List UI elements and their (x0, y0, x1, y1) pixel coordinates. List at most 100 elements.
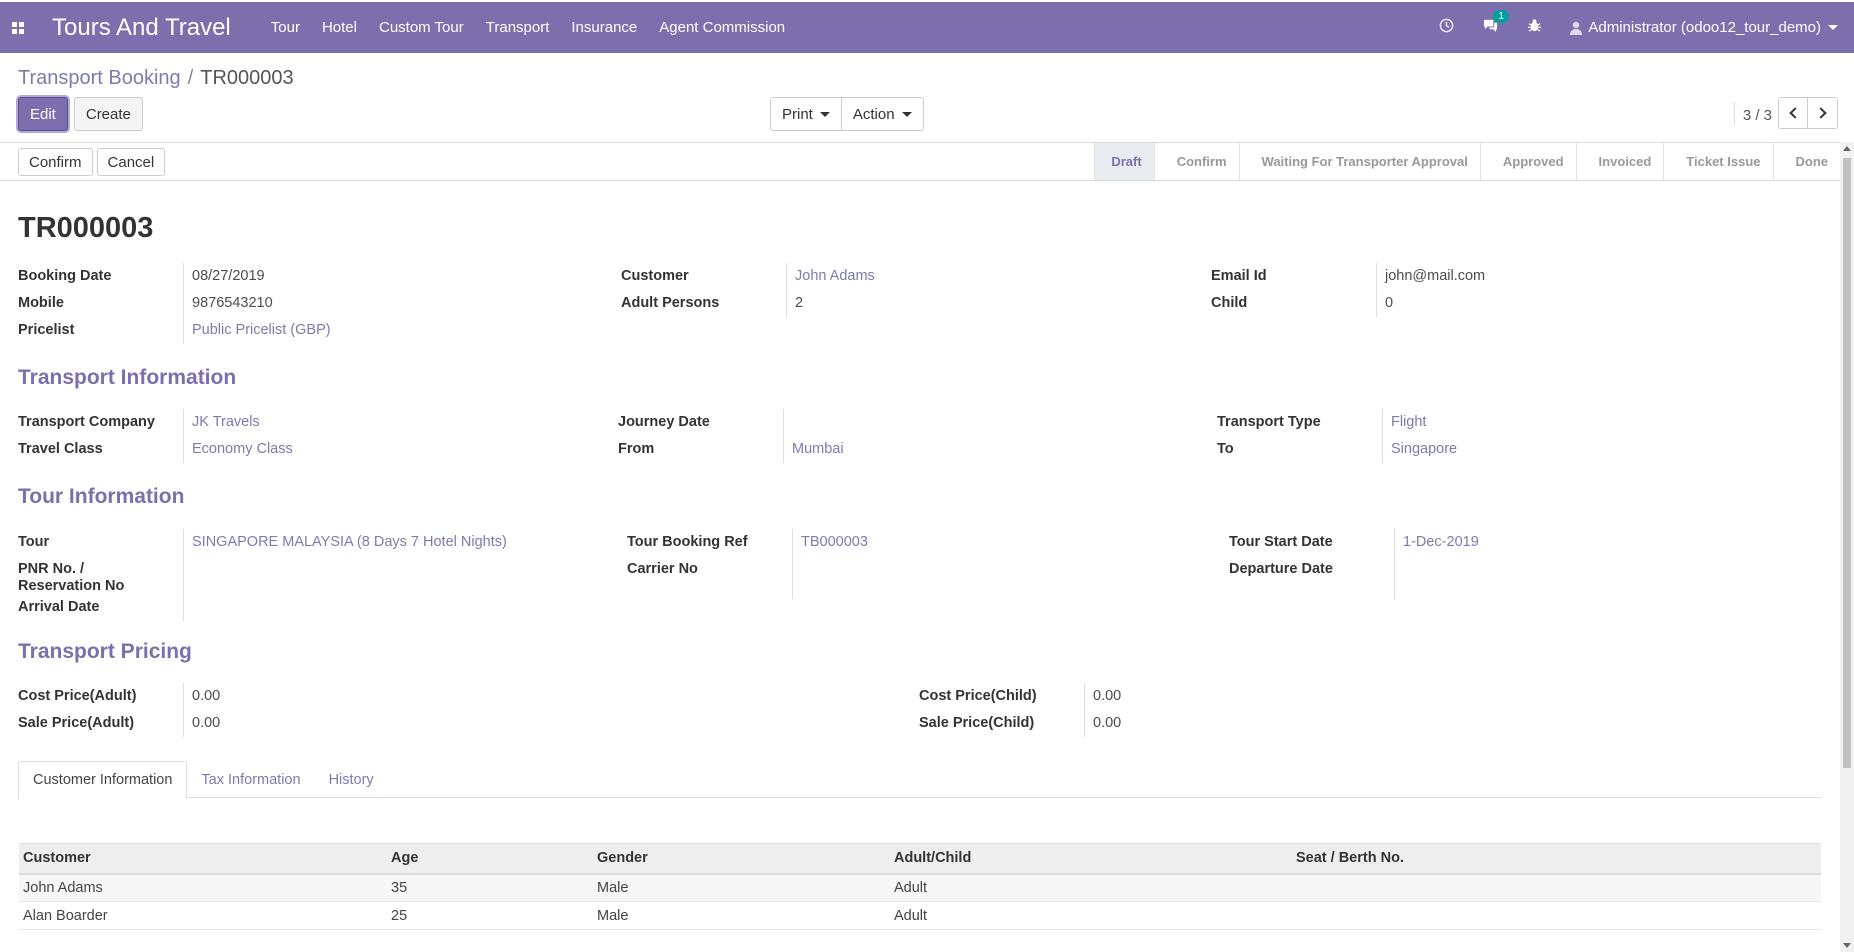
stage-done[interactable]: Done (1772, 143, 1841, 180)
print-caret-icon (819, 111, 830, 117)
transport-type-group: Transport Type Flight To Singapore (1217, 409, 1811, 463)
table-row[interactable]: John Adams 35 Male Adult (19, 873, 1821, 902)
tour-field[interactable]: SINGAPORE MALAYSIA (8 Days 7 Hotel Night… (192, 534, 507, 550)
col-customer[interactable]: Customer (19, 843, 387, 875)
cost-price-child-field: 0.00 (1084, 683, 1811, 710)
app-brand[interactable]: Tours And Travel (52, 14, 231, 42)
tour-start-date-field[interactable]: 1-Dec-2019 (1403, 534, 1479, 550)
adult-pricing-group: Cost Price(Adult) 0.00 Sale Price(Adult) 0… (18, 683, 898, 737)
travel-class-label: Travel Class (18, 441, 103, 457)
transport-company-label: Transport Company (18, 414, 155, 430)
chevron-right-icon (1815, 107, 1827, 119)
breadcrumb: Transport Booking / TR000003 (18, 67, 294, 90)
tab-tax-information[interactable]: Tax Information (187, 761, 314, 798)
pager-value[interactable]: 3 / 3 (1733, 101, 1772, 125)
table-header-row: Customer Age Gender Adult/Child Seat / B… (19, 843, 1821, 875)
email-label: Email Id (1211, 268, 1267, 284)
notebook-tabs: Customer Information Tax Information His… (18, 761, 1821, 799)
cost-price-adult-field: 0.00 (183, 683, 898, 710)
transport-type-field[interactable]: Flight (1382, 409, 1811, 436)
pricelist-field[interactable]: Public Pricelist (GBP) (183, 317, 598, 344)
vertical-scrollbar[interactable] (1840, 142, 1854, 952)
pricelist-label: Pricelist (18, 322, 75, 338)
form-buttons: Edit Create (18, 97, 143, 131)
customer-lines-table: Customer Age Gender Adult/Child Seat / B… (19, 843, 1821, 930)
email-group: Email Id john@mail.com Child 0 (1211, 263, 1811, 317)
booking-info-group: Booking Date 08/27/2019 Mobile 9876543210 … (18, 263, 598, 344)
cell-seat-berth (1292, 873, 1821, 902)
stage-draft[interactable]: Draft (1094, 143, 1154, 180)
cell-customer: Alan Boarder (19, 901, 387, 930)
breadcrumb-current: TR000003 (200, 67, 294, 89)
activity-clock-icon[interactable] (1439, 18, 1454, 37)
col-seat-berth[interactable]: Seat / Berth No. (1292, 843, 1821, 875)
user-name: Administrator (odoo12_tour_demo) (1588, 19, 1821, 36)
menu-custom-tour[interactable]: Custom Tour (379, 19, 464, 36)
menu-agent-commission[interactable]: Agent Commission (659, 19, 785, 36)
sale-price-child-field: 0.00 (1084, 710, 1811, 737)
stage-ticket-issue[interactable]: Ticket Issue (1663, 143, 1772, 180)
main-menu: Tour Hotel Custom Tour Transport Insuran… (271, 19, 807, 36)
journey-group: Journey Date From Mumbai (618, 409, 1188, 463)
edit-button[interactable]: Edit (18, 97, 68, 131)
customer-field[interactable]: John Adams (786, 263, 1181, 290)
sale-price-child-label: Sale Price(Child) (919, 715, 1035, 731)
scroll-down-icon[interactable] (1843, 943, 1851, 948)
navbar-systray: 1 Administrator (odoo12_tour_demo) (1439, 2, 1854, 53)
departure-date-label: Departure Date (1229, 561, 1333, 577)
from-field[interactable]: Mumbai (783, 436, 1188, 463)
apps-menu-icon[interactable] (0, 2, 36, 53)
stage-waiting-approval[interactable]: Waiting For Transporter Approval (1238, 143, 1480, 180)
pager-next-button[interactable] (1808, 97, 1838, 129)
cost-price-child-label: Cost Price(Child) (919, 688, 1037, 704)
tour-ref-group: Tour Booking Ref Carrier No TB000003 (627, 529, 1201, 599)
transport-type-label: Transport Type (1217, 414, 1321, 430)
cell-adult-child: Adult (890, 901, 1292, 930)
to-field[interactable]: Singapore (1382, 436, 1811, 463)
menu-tour[interactable]: Tour (271, 19, 300, 36)
col-age[interactable]: Age (387, 843, 593, 875)
stage-invoiced[interactable]: Invoiced (1575, 143, 1664, 180)
create-button[interactable]: Create (73, 97, 143, 131)
cell-seat-berth (1292, 901, 1821, 930)
tour-booking-ref-field[interactable]: TB000003 (801, 534, 868, 550)
breadcrumb-parent[interactable]: Transport Booking (18, 67, 181, 90)
top-navbar: Tours And Travel Tour Hotel Custom Tour … (0, 2, 1854, 53)
stage-approved[interactable]: Approved (1479, 143, 1576, 180)
menu-transport[interactable]: Transport (486, 19, 550, 36)
tab-customer-information[interactable]: Customer Information (18, 761, 188, 799)
action-dropdown[interactable]: Action (841, 97, 924, 131)
messages-badge: 1 (1493, 10, 1509, 23)
user-menu[interactable]: Administrator (odoo12_tour_demo) (1570, 19, 1838, 36)
debug-bug-icon[interactable] (1527, 18, 1542, 37)
col-adult-child[interactable]: Adult/Child (890, 843, 1292, 875)
table-row[interactable]: Alan Boarder 25 Male Adult (19, 901, 1821, 930)
action-label: Action (852, 105, 895, 123)
cell-age: 35 (387, 873, 593, 902)
carrier-no-label: Carrier No (627, 561, 698, 577)
stage-confirm[interactable]: Confirm (1153, 143, 1239, 180)
tab-history[interactable]: History (315, 761, 388, 798)
messages-icon[interactable]: 1 (1482, 10, 1509, 37)
pager-previous-button[interactable] (1778, 97, 1808, 129)
travel-class-field[interactable]: Economy Class (183, 436, 598, 463)
menu-hotel[interactable]: Hotel (322, 19, 357, 36)
child-label: Child (1211, 295, 1248, 311)
user-caret-icon (1828, 25, 1838, 30)
menu-insurance[interactable]: Insurance (571, 19, 637, 36)
scrollbar-thumb[interactable] (1843, 158, 1851, 768)
scroll-up-icon[interactable] (1843, 146, 1851, 151)
confirm-button[interactable]: Confirm (18, 148, 93, 176)
chevron-left-icon (1788, 107, 1801, 119)
arrival-date-label: Arrival Date (18, 599, 100, 615)
booking-date-label: Booking Date (18, 268, 112, 284)
col-gender[interactable]: Gender (593, 843, 890, 875)
print-dropdown[interactable]: Print (770, 97, 842, 131)
adult-persons-field: 2 (786, 290, 1181, 317)
status-header: Confirm Cancel Draft Confirm Waiting For… (0, 142, 1840, 181)
cancel-button[interactable]: Cancel (96, 148, 166, 176)
tour-dates-group: Tour Start Date Departure Date 1-Dec-201… (1229, 529, 1811, 599)
from-label: From (618, 441, 655, 457)
transport-section-title: Transport Information (18, 366, 237, 389)
transport-company-field[interactable]: JK Travels (183, 409, 598, 436)
